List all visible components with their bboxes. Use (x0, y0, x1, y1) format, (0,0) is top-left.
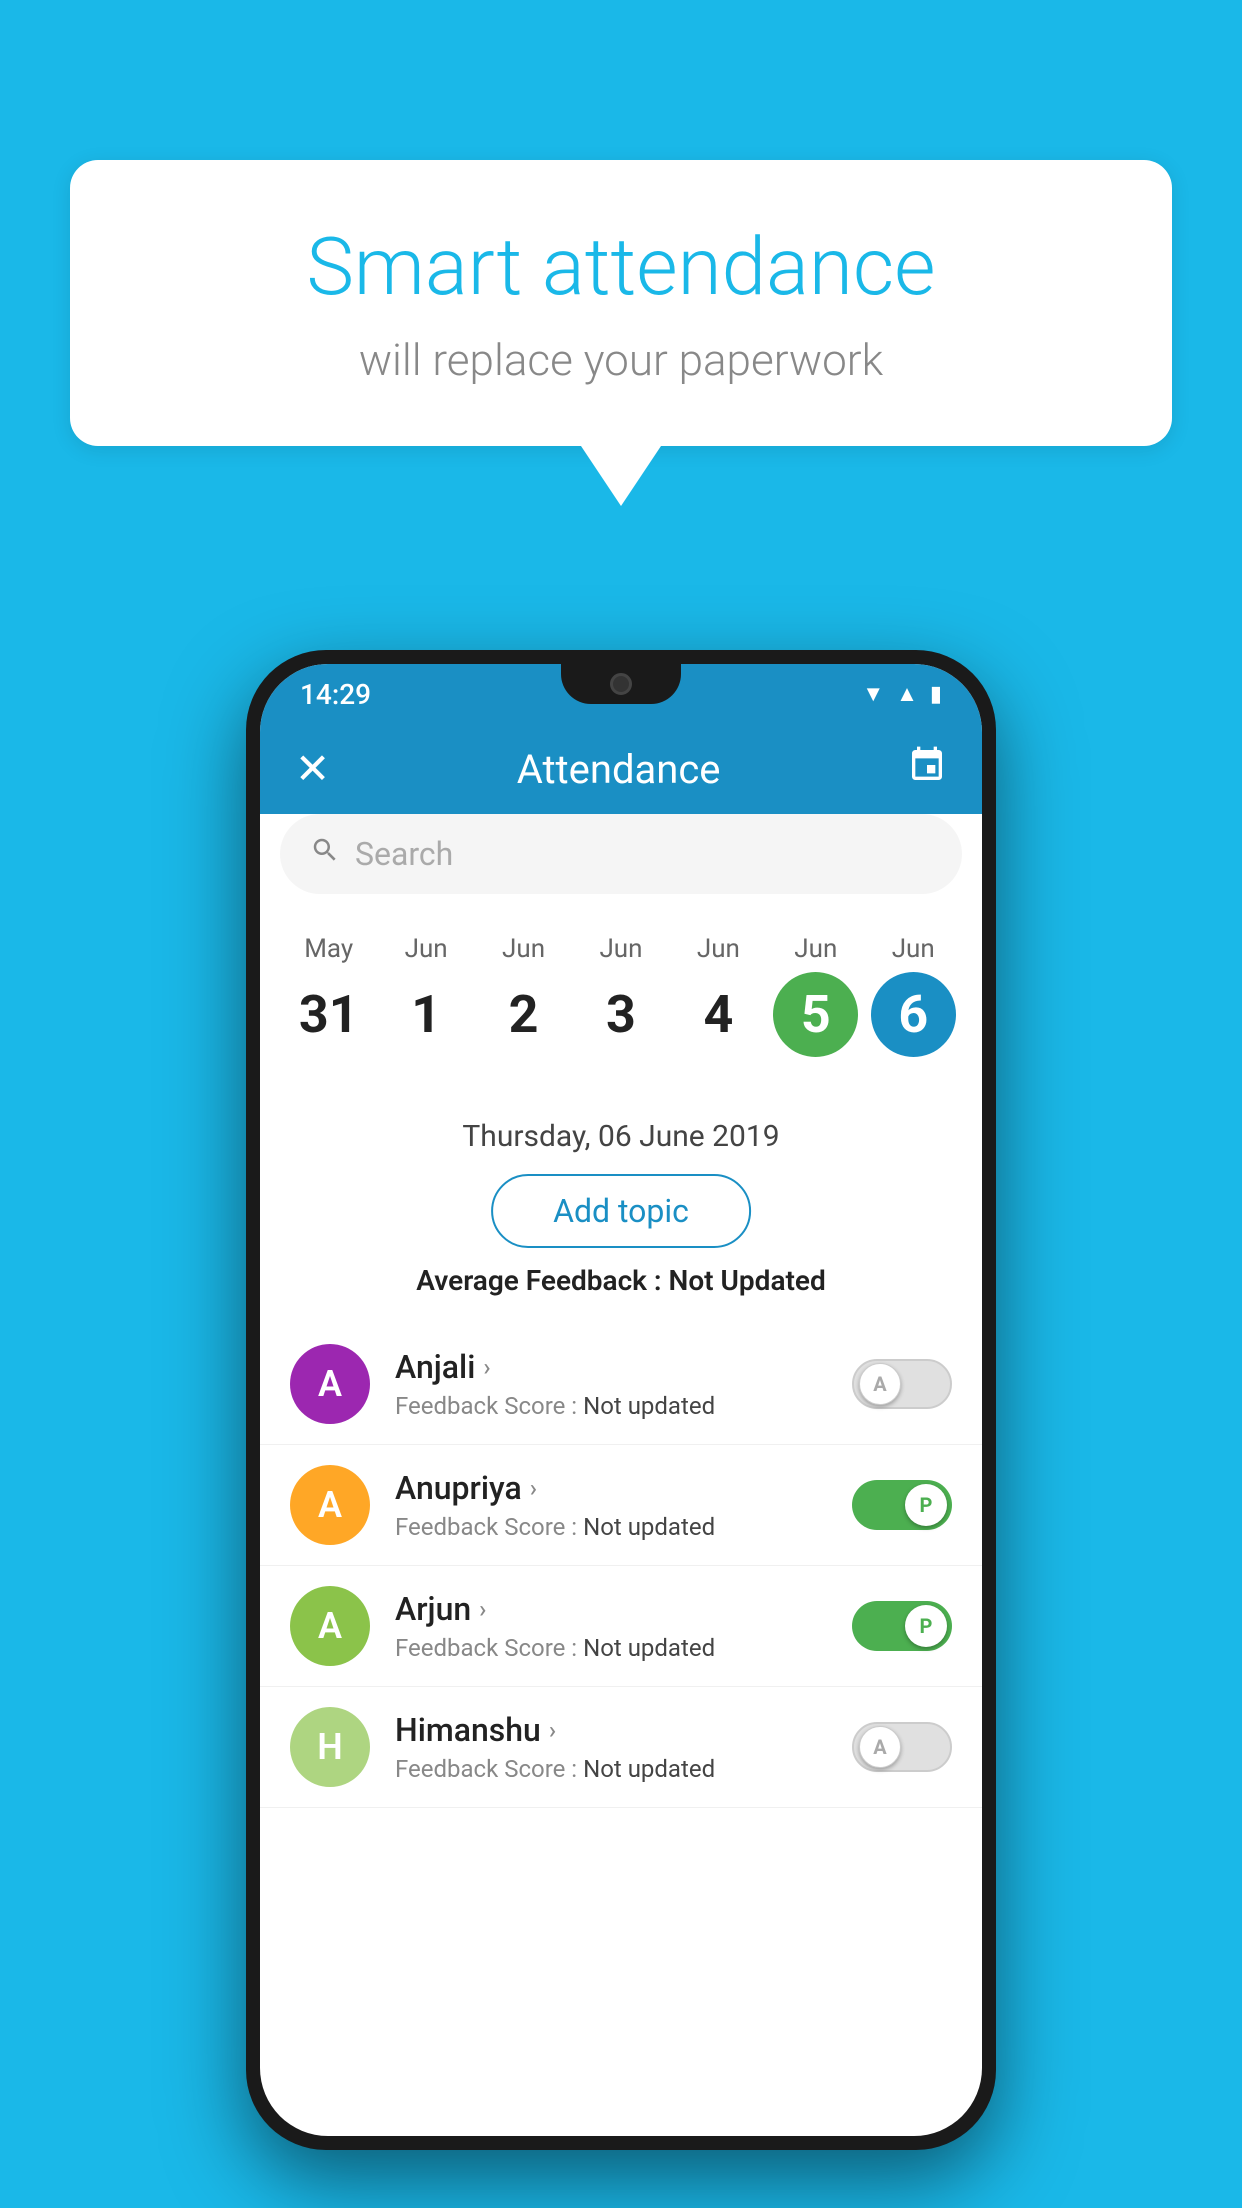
cal-month: Jun (697, 934, 740, 964)
cal-date: 6 (871, 972, 956, 1057)
calendar-day-2[interactable]: Jun 2 (481, 934, 566, 1057)
toggle-knob-2: P (905, 1605, 947, 1647)
phone-frame: 14:29 ▼ ▲ ▮ ✕ Attendance (246, 650, 996, 2150)
cal-date: 4 (676, 972, 761, 1057)
avg-feedback-value: Not Updated (669, 1264, 826, 1297)
notch (561, 664, 681, 704)
front-camera (610, 673, 632, 695)
selected-date-label: Thursday, 06 June 2019 (260, 1119, 982, 1154)
cal-month: Jun (794, 934, 837, 964)
avg-feedback: Average Feedback : Not Updated (260, 1264, 982, 1297)
cal-date: 1 (384, 972, 469, 1057)
add-topic-button[interactable]: Add topic (491, 1174, 751, 1248)
app-bar-title: Attendance (517, 746, 721, 793)
speech-bubble-tail (581, 446, 661, 506)
cal-month: Jun (892, 934, 935, 964)
calendar-day-0[interactable]: May 31 (286, 934, 371, 1057)
cal-date: 3 (578, 972, 663, 1057)
app-bar: ✕ Attendance (260, 724, 982, 814)
toggle-knob-3: A (859, 1726, 901, 1768)
phone-screen: 14:29 ▼ ▲ ▮ ✕ Attendance (260, 664, 982, 2136)
student-name-1: Anupriya › (395, 1469, 827, 1507)
search-bar[interactable]: Search (280, 814, 962, 894)
student-item-0[interactable]: A Anjali › Feedback Score : Not updated A (260, 1324, 982, 1445)
search-icon (310, 835, 340, 873)
chevron-icon: › (530, 1474, 537, 1502)
student-feedback-1: Feedback Score : Not updated (395, 1513, 827, 1541)
student-name-0: Anjali › (395, 1348, 827, 1386)
close-button[interactable]: ✕ (295, 744, 330, 794)
student-list: AAnjali ›Feedback Score : Not updatedAAA… (260, 1324, 982, 2136)
calendar-row: May 31 Jun 1 Jun 2 Jun 3 Jun 4 Jun 5 Jun 6 (260, 919, 982, 1057)
calendar-day-4[interactable]: Jun 4 (676, 934, 761, 1057)
toggle-1[interactable]: P (852, 1480, 952, 1530)
student-feedback-3: Feedback Score : Not updated (395, 1755, 827, 1783)
cal-date: 2 (481, 972, 566, 1057)
chevron-icon: › (483, 1353, 490, 1381)
toggle-2[interactable]: P (852, 1601, 952, 1651)
student-feedback-2: Feedback Score : Not updated (395, 1634, 827, 1662)
chevron-icon: › (479, 1595, 486, 1623)
student-name-2: Arjun › (395, 1590, 827, 1628)
student-avatar-2: A (290, 1586, 370, 1666)
toggle-knob-1: P (905, 1484, 947, 1526)
cal-month: Jun (502, 934, 545, 964)
student-avatar-0: A (290, 1344, 370, 1424)
student-avatar-1: A (290, 1465, 370, 1545)
status-time: 14:29 (300, 678, 371, 711)
student-item-2[interactable]: A Arjun › Feedback Score : Not updated P (260, 1566, 982, 1687)
toggle-knob-0: A (859, 1363, 901, 1405)
toggle-3[interactable]: A (852, 1722, 952, 1772)
bubble-subtitle: will replace your paperwork (150, 334, 1092, 386)
student-item-3[interactable]: H Himanshu › Feedback Score : Not updated A (260, 1687, 982, 1808)
calendar-icon[interactable] (907, 745, 947, 794)
calendar-day-3[interactable]: Jun 3 (578, 934, 663, 1057)
cal-date: 31 (286, 972, 371, 1057)
phone-container: 14:29 ▼ ▲ ▮ ✕ Attendance (246, 650, 996, 2150)
bubble-title: Smart attendance (150, 220, 1092, 314)
calendar-day-1[interactable]: Jun 1 (384, 934, 469, 1057)
speech-bubble: Smart attendance will replace your paper… (70, 160, 1172, 446)
signal-icon: ▲ (896, 681, 918, 707)
cal-month: Jun (405, 934, 448, 964)
student-item-1[interactable]: A Anupriya › Feedback Score : Not updated P (260, 1445, 982, 1566)
cal-month: Jun (599, 934, 642, 964)
student-info-3: Himanshu › Feedback Score : Not updated (395, 1711, 827, 1783)
student-feedback-0: Feedback Score : Not updated (395, 1392, 827, 1420)
student-info-0: Anjali › Feedback Score : Not updated (395, 1348, 827, 1420)
student-name-3: Himanshu › (395, 1711, 827, 1749)
speech-bubble-container: Smart attendance will replace your paper… (70, 160, 1172, 506)
avg-feedback-label: Average Feedback : (416, 1264, 668, 1297)
battery-icon: ▮ (930, 682, 942, 707)
search-placeholder: Search (355, 835, 453, 873)
toggle-0[interactable]: A (852, 1359, 952, 1409)
student-info-2: Arjun › Feedback Score : Not updated (395, 1590, 827, 1662)
cal-date: 5 (773, 972, 858, 1057)
cal-month: May (304, 934, 353, 964)
student-avatar-3: H (290, 1707, 370, 1787)
chevron-icon: › (549, 1716, 556, 1744)
student-info-1: Anupriya › Feedback Score : Not updated (395, 1469, 827, 1541)
calendar-day-6[interactable]: Jun 6 (871, 934, 956, 1057)
wifi-icon: ▼ (862, 681, 884, 707)
status-icons: ▼ ▲ ▮ (862, 681, 942, 707)
calendar-day-5[interactable]: Jun 5 (773, 934, 858, 1057)
